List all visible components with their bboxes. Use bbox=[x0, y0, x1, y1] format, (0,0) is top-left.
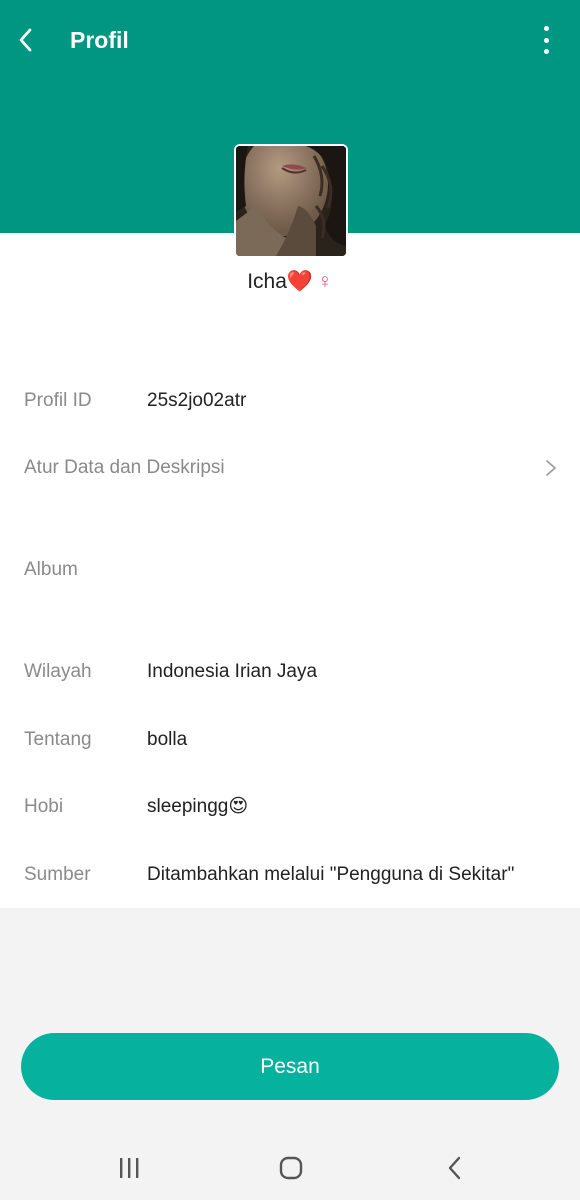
back-icon[interactable] bbox=[440, 1153, 470, 1183]
chevron-left-icon bbox=[19, 28, 32, 52]
manage-data-label: Atur Data dan Deskripsi bbox=[24, 457, 225, 478]
profile-name: Icha❤️ bbox=[247, 270, 314, 293]
source-value: Ditambahkan melalui "Pengguna di Sekitar… bbox=[147, 864, 515, 885]
profile-id-value: 25s2jo02atr bbox=[147, 390, 247, 411]
album-label: Album bbox=[24, 559, 78, 580]
manage-data-description-row[interactable]: Atur Data dan Deskripsi bbox=[0, 448, 580, 488]
female-gender-icon: ♀ bbox=[317, 270, 333, 293]
hobby-label: Hobi bbox=[24, 796, 64, 817]
profile-id-label: Profil ID bbox=[24, 390, 92, 411]
home-icon[interactable] bbox=[276, 1153, 306, 1183]
profile-id-row: Profil ID 25s2jo02atr bbox=[0, 381, 580, 421]
more-vertical-icon bbox=[543, 26, 549, 31]
about-value: bolla bbox=[147, 729, 188, 750]
profile-details-panel: Profil ID 25s2jo02atr Atur Data dan Desk… bbox=[0, 233, 580, 908]
region-label: Wilayah bbox=[24, 661, 92, 682]
hobby-value: sleepingg😍 bbox=[147, 796, 249, 817]
source-row: Sumber Ditambahkan melalui "Pengguna di … bbox=[0, 855, 580, 895]
album-row[interactable]: Album bbox=[0, 550, 580, 590]
about-label: Tentang bbox=[24, 729, 92, 750]
source-label: Sumber bbox=[24, 864, 91, 885]
page-title: Profil bbox=[70, 27, 129, 53]
message-button[interactable]: Pesan bbox=[21, 1033, 559, 1100]
back-button[interactable] bbox=[8, 22, 44, 58]
more-options-button[interactable] bbox=[542, 22, 550, 58]
hobby-row: Hobi sleepingg😍 bbox=[0, 787, 580, 827]
about-row: Tentang bolla bbox=[0, 720, 580, 760]
system-navigation-bar bbox=[0, 1135, 580, 1200]
profile-name-line: Icha❤️ ♀ bbox=[0, 266, 580, 298]
region-value: Indonesia Irian Jaya bbox=[147, 661, 318, 682]
recent-apps-icon[interactable] bbox=[114, 1155, 144, 1181]
region-row: Wilayah Indonesia Irian Jaya bbox=[0, 652, 580, 692]
chevron-right-icon bbox=[546, 460, 556, 476]
profile-avatar[interactable] bbox=[234, 144, 348, 258]
profile-photo bbox=[236, 146, 346, 256]
